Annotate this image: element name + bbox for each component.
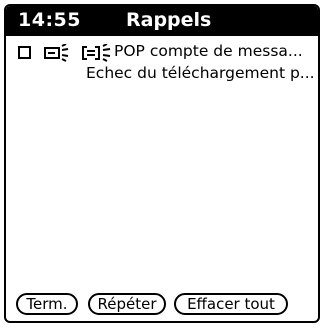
title-bar: 14:55 Rappels <box>6 6 318 36</box>
term-button[interactable]: Term. <box>16 293 78 315</box>
mail-error-icon <box>82 44 111 62</box>
reminder-title: POP compte de messa... <box>114 42 303 60</box>
clear-all-button[interactable]: Effacer tout <box>174 293 288 315</box>
reminder-list: POP compte de messa... Echec du téléchar… <box>16 42 315 94</box>
reminders-dialog: 14:55 Rappels POP compte de messa... Ech… <box>4 4 320 323</box>
reminder-item[interactable]: POP compte de messa... Echec du téléchar… <box>16 42 315 94</box>
repeat-button[interactable]: Répéter <box>88 293 166 315</box>
dialog-title: Rappels <box>126 9 212 31</box>
reminder-checkbox[interactable] <box>18 46 31 59</box>
reminder-detail: Echec du téléchargement p... <box>86 64 315 82</box>
message-alert-icon <box>44 44 69 62</box>
clock-time: 14:55 <box>18 9 81 31</box>
